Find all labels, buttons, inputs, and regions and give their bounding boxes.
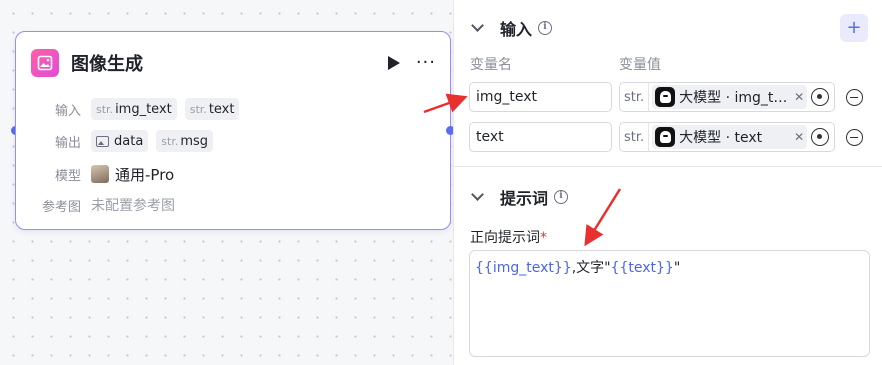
input-section-title: 输入 [500, 20, 533, 39]
prompt-text: " [673, 260, 681, 276]
llm-bot-icon [655, 87, 676, 107]
chevron-down-icon[interactable] [471, 19, 484, 32]
input-section-header[interactable]: 输入 i + [454, 14, 882, 42]
type-prefix: str. [620, 83, 650, 111]
variable-reference-chip[interactable]: 大模型 · img_t… ✕ [652, 85, 808, 109]
variable-name-input[interactable]: text [469, 122, 612, 152]
variable-value-column-label: 变量值 [619, 57, 661, 73]
input-tag: str. text [184, 98, 240, 120]
info-icon[interactable]: i [554, 190, 569, 204]
section-divider [454, 166, 882, 167]
chevron-down-icon[interactable] [471, 188, 484, 201]
tag-label: text [208, 101, 235, 117]
variable-value-selector[interactable]: str. 大模型 · img_t… ✕ [619, 82, 835, 112]
image-generation-node[interactable]: 图像生成 ··· 输入 str. img_text str. text 输出 dat… [15, 31, 451, 230]
variable-name-column-label: 变量名 [470, 57, 512, 73]
type-prefix: str. [620, 123, 650, 151]
close-icon[interactable]: ✕ [794, 90, 804, 104]
add-variable-button[interactable]: + [840, 14, 868, 42]
more-options-icon[interactable]: ··· [416, 54, 436, 72]
required-mark: * [540, 230, 547, 246]
tag-label: img_text [115, 101, 172, 117]
positive-prompt-textarea[interactable]: {{img_text}},文字"{{text}}" [469, 250, 870, 357]
type-prefix: str. [161, 134, 179, 148]
reference-text: 大模型 · img_t… [679, 90, 788, 106]
info-icon[interactable]: i [538, 21, 553, 35]
variable-reference: {{img_text}} [475, 260, 572, 276]
model-value: 通用-Pro [115, 165, 175, 184]
node-reference-row: 参考图 未配置参考图 [16, 193, 175, 217]
llm-bot-icon [655, 127, 676, 147]
close-icon[interactable]: ✕ [794, 130, 804, 144]
node-header: 图像生成 ··· [31, 48, 436, 78]
node-config-panel: 输入 i + 变量名 变量值 img_text str. 大模型 · img_t… [453, 0, 882, 365]
target-icon[interactable] [811, 128, 829, 146]
image-type-icon [96, 135, 109, 147]
variable-reference-chip[interactable]: 大模型 · text ✕ [652, 125, 808, 149]
tag-label: data [114, 133, 144, 149]
run-icon[interactable] [387, 56, 400, 70]
prompt-text: ,文字" [571, 260, 611, 276]
image-generate-icon [31, 49, 59, 77]
workflow-canvas[interactable]: 图像生成 ··· 输入 str. img_text str. text 输出 dat… [0, 0, 455, 365]
variable-name-input[interactable]: img_text [469, 82, 612, 112]
variable-value-selector[interactable]: str. 大模型 · text ✕ [619, 122, 835, 152]
input-tag: str. img_text [91, 98, 177, 120]
output-tag: str. msg [156, 130, 214, 152]
type-prefix: str. [96, 102, 114, 116]
tag-label: msg [180, 133, 209, 149]
node-title: 图像生成 [71, 54, 143, 75]
node-model-row: 模型 通用-Pro [16, 162, 174, 186]
model-label: 模型 [54, 168, 81, 184]
target-icon[interactable] [811, 88, 829, 106]
label-text: 正向提示词 [470, 230, 540, 246]
output-tag: data [91, 130, 149, 152]
input-label: 输入 [54, 103, 81, 119]
remove-variable-icon[interactable] [846, 89, 863, 106]
prompt-section-header[interactable]: 提示词 i [454, 183, 882, 211]
type-prefix: str. [189, 102, 207, 116]
image-glyph-icon [37, 55, 53, 71]
variable-reference: {{text}} [610, 260, 674, 276]
reference-label: 参考图 [41, 199, 81, 215]
node-output-row: 输出 data str. msg [16, 129, 221, 153]
node-input-row: 输入 str. img_text str. text [16, 97, 247, 121]
reference-text: 大模型 · text [679, 130, 763, 146]
positive-prompt-label: 正向提示词* [470, 227, 547, 247]
reference-value: 未配置参考图 [91, 198, 175, 214]
output-label: 输出 [54, 135, 81, 151]
model-avatar [91, 165, 109, 183]
prompt-section-title: 提示词 [500, 189, 549, 208]
remove-variable-icon[interactable] [846, 129, 863, 146]
